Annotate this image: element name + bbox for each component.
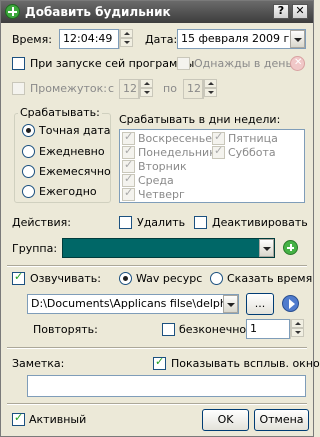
add-group-icon[interactable] — [283, 240, 298, 255]
repeat-label: Повторять: — [33, 323, 98, 336]
time-label: Время: — [12, 33, 52, 46]
browse-button[interactable]: ... — [246, 293, 274, 315]
repeat-count-input[interactable]: 1 — [246, 319, 290, 339]
title-bar[interactable]: Добавить будильник ? ✕ — [1, 1, 313, 23]
weekday-label: Среда — [138, 174, 174, 187]
trigger-yearly-radio[interactable] — [22, 185, 35, 198]
interval-from-input[interactable]: 12 — [119, 79, 139, 99]
once-a-day-label: Однажды в день — [194, 57, 292, 70]
wav-resource-radio[interactable] — [119, 272, 132, 285]
interval-label: Промежуток: — [30, 82, 107, 95]
say-time-label: Сказать время — [227, 272, 313, 285]
date-label: Дата: — [145, 33, 178, 46]
sound-path-value: D:\Documents\Applicans filse\delphi\Clo — [31, 297, 239, 310]
interval-checkbox[interactable] — [12, 82, 25, 95]
repeat-up-icon[interactable] — [291, 319, 304, 328]
actions-label: Действия: — [12, 216, 71, 229]
interval-to-up-icon[interactable] — [204, 79, 217, 88]
trigger-yearly-label: Ежегодно — [39, 185, 97, 198]
interval-to-down-icon[interactable] — [204, 88, 217, 97]
repeat-down-icon[interactable] — [291, 328, 304, 337]
weekday-label: Воскресенье — [138, 132, 212, 145]
weekdays-left-column: Воскресенье Понедельник Вторник Среда Че… — [122, 130, 216, 202]
weekdays-list[interactable]: Воскресенье Понедельник Вторник Среда Че… — [119, 129, 305, 203]
trigger-monthly-label: Ежемесячно — [39, 165, 111, 178]
ok-button[interactable]: OK — [202, 409, 249, 431]
sound-path-select[interactable]: D:\Documents\Applicans filse\delphi\Clo — [27, 294, 239, 314]
wav-resource-label: Wav ресурс — [136, 272, 203, 285]
weekday-label: Четверг — [138, 188, 185, 201]
delete-label: Удалить — [137, 216, 186, 229]
group-dropdown-icon[interactable] — [259, 239, 274, 257]
play-icon[interactable] — [282, 295, 299, 312]
weekdays-right-column: Пятница Суббота — [212, 130, 302, 172]
time-input[interactable]: 12:04:49 — [59, 29, 119, 49]
interval-from-down-icon[interactable] — [140, 88, 153, 97]
active-label: Активный — [29, 413, 87, 426]
endless-label: безконечно — [179, 323, 247, 336]
delete-checkbox[interactable] — [119, 216, 132, 229]
interval-from-label: с — [108, 82, 115, 95]
close-button[interactable]: ✕ — [292, 4, 308, 19]
group-label: Группа: — [12, 242, 58, 255]
interval-to-spinner[interactable] — [203, 79, 217, 99]
say-time-radio[interactable] — [210, 272, 223, 285]
separator — [7, 265, 307, 267]
interval-from-up-icon[interactable] — [140, 79, 153, 88]
separator — [7, 403, 307, 405]
weekday-checkbox[interactable] — [212, 144, 225, 159]
time-spinner[interactable] — [119, 29, 133, 49]
weekday-checkbox[interactable] — [122, 186, 135, 201]
note-label: Заметка: — [12, 357, 65, 370]
note-input[interactable] — [27, 375, 306, 397]
on-start-checkbox[interactable] — [12, 57, 25, 70]
date-dropdown-icon[interactable] — [290, 30, 305, 48]
trigger-daily-label: Ежедневно — [39, 145, 105, 158]
weekday-label: Суббота — [228, 146, 276, 159]
trigger-exact-label: Точная дата — [39, 124, 111, 137]
time-down-arrow-icon[interactable] — [120, 38, 133, 47]
deactivate-label: Деактивировать — [212, 216, 308, 229]
trigger-monthly-radio[interactable] — [22, 165, 35, 178]
interval-from-spinner[interactable] — [139, 79, 153, 99]
weekdays-title: Срабатывать в дни недели: — [119, 113, 281, 126]
help-button[interactable]: ? — [273, 4, 289, 19]
cancel-button[interactable]: Отмена — [254, 409, 309, 431]
trigger-daily-radio[interactable] — [22, 145, 35, 158]
once-a-day-checkbox[interactable] — [177, 57, 190, 70]
date-picker[interactable]: 15 февраля 2009 г. — [177, 29, 306, 49]
remove-icon[interactable] — [290, 56, 305, 71]
window-title: Добавить будильник — [25, 5, 171, 19]
trigger-exact-radio[interactable] — [22, 124, 35, 137]
weekday-label: Понедельник — [138, 146, 216, 159]
deactivate-checkbox[interactable] — [194, 216, 207, 229]
endless-checkbox[interactable] — [162, 323, 175, 336]
separator — [7, 347, 307, 349]
weekday-label: Пятница — [228, 132, 278, 145]
voice-label: Озвучивать: — [30, 272, 101, 285]
weekday-label: Вторник — [138, 160, 187, 173]
show-popup-checkbox[interactable] — [153, 355, 166, 370]
voice-checkbox[interactable] — [12, 270, 25, 285]
add-alarm-icon — [5, 4, 20, 19]
date-value: 15 февраля 2009 г. — [181, 32, 293, 45]
trigger-group-title: Срабатывать: — [18, 106, 102, 119]
on-start-label: При запуске сей программы — [30, 57, 195, 70]
time-up-arrow-icon[interactable] — [120, 29, 133, 38]
interval-to-label: по — [163, 82, 177, 95]
repeat-count-spinner[interactable] — [290, 319, 304, 339]
group-select[interactable] — [62, 238, 275, 258]
sound-path-dropdown-icon[interactable] — [223, 295, 238, 313]
active-checkbox[interactable] — [12, 411, 25, 426]
alarm-dialog: Добавить будильник ? ✕ Время: 12:04:49 Д… — [0, 0, 320, 437]
show-popup-label: Показывать всплыв. окно — [171, 357, 320, 370]
interval-to-input[interactable]: 12 — [183, 79, 203, 99]
